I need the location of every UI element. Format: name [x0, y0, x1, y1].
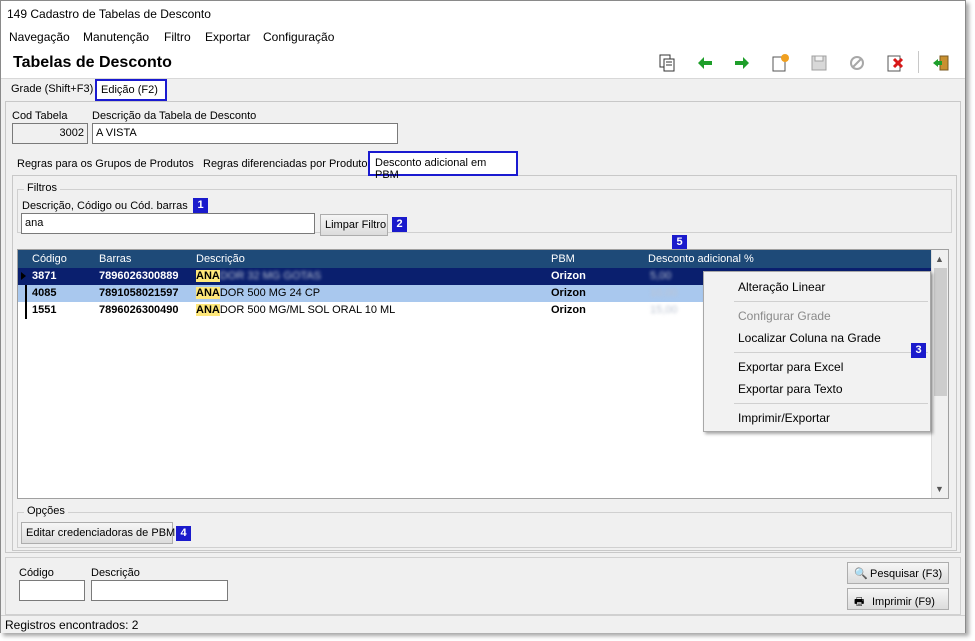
page-title: Tabelas de Desconto	[13, 54, 172, 71]
window-title: 149 Cadastro de Tabelas de Desconto	[1, 1, 965, 27]
copy-icon[interactable]	[657, 53, 677, 73]
limpar-filtro-label: Limpar Filtro	[325, 219, 387, 231]
cell-barras: 7896026300889	[99, 270, 179, 282]
cod-tabela-field[interactable]: 3002	[12, 123, 88, 144]
menu-imprimir-exportar[interactable]: Imprimir/Exportar	[738, 411, 830, 425]
tab-regras-produto[interactable]: Regras diferenciadas por Produto	[198, 154, 372, 174]
match-highlight: ANA	[196, 287, 220, 299]
menu-bar: Navegação Manutenção Filtro Exportar Con…	[1, 27, 965, 47]
tab-desconto-pbm[interactable]: Desconto adicional em PBM	[368, 151, 518, 181]
scroll-thumb[interactable]	[934, 268, 947, 396]
editar-credenciadoras-label: Editar credenciadoras de PBM	[26, 527, 176, 539]
cell-codigo: 1551	[32, 304, 57, 316]
search-icon: 🔍	[854, 568, 868, 580]
match-highlight: ANA	[196, 270, 220, 282]
cell-desconto: 5,00	[650, 270, 672, 282]
tab-regras-grupos[interactable]: Regras para os Grupos de Produtos	[12, 154, 199, 174]
filtro-label: Descrição, Código ou Cód. barras	[22, 200, 188, 212]
callout-3: 3	[911, 343, 926, 358]
main-window: 149 Cadastro de Tabelas de Desconto Nave…	[0, 0, 966, 633]
header-bar: Tabelas de Desconto	[1, 47, 965, 79]
scroll-up-icon[interactable]: ▲	[935, 254, 944, 264]
menu-exportar-texto[interactable]: Exportar para Texto	[738, 382, 843, 396]
arrow-left-icon[interactable]	[695, 53, 715, 73]
printer-icon: 🖶	[854, 596, 865, 608]
menu-localizar-coluna[interactable]: Localizar Coluna na Grade	[738, 331, 881, 345]
callout-2: 2	[392, 217, 407, 232]
filtros-legend: Filtros	[24, 182, 60, 194]
descricao-search-field[interactable]	[91, 580, 228, 601]
descricao-tabela-field[interactable]: A VISTA	[92, 123, 398, 144]
cell-barras: 7896026300490	[99, 304, 179, 316]
exit-icon[interactable]	[931, 53, 951, 73]
imprimir-button[interactable]: 🖶 Imprimir (F9)	[847, 588, 949, 610]
callout-4: 4	[176, 526, 191, 541]
col-barras[interactable]: Barras	[99, 253, 131, 265]
col-codigo[interactable]: Código	[32, 253, 67, 265]
desc-rest: DOR 500 MG/ML SOL ORAL 10 ML	[219, 304, 396, 316]
row-indicator-icon	[21, 272, 26, 280]
scroll-down-icon[interactable]: ▼	[935, 484, 944, 494]
menu-alteracao-linear[interactable]: Alteração Linear	[738, 280, 825, 294]
col-pbm[interactable]: PBM	[551, 253, 575, 265]
save-icon[interactable]	[809, 53, 829, 73]
callout-1: 1	[193, 198, 208, 213]
codigo-label: Código	[19, 567, 54, 579]
cell-pbm: Orizon	[551, 270, 586, 282]
desc-rest: DOR 500 MG 24 CP	[219, 287, 321, 299]
menu-configuracao[interactable]: Configuração	[263, 30, 334, 44]
new-icon[interactable]	[770, 53, 790, 73]
limpar-filtro-button[interactable]: Limpar Filtro	[320, 214, 388, 236]
cell-desconto: 15,00	[650, 304, 678, 316]
col-descricao[interactable]: Descrição	[196, 253, 245, 265]
descricao-label: Descrição	[91, 567, 140, 579]
tab-edicao[interactable]: Edição (F2)	[95, 79, 167, 101]
main-tabs: Grade (Shift+F3) Edição (F2)	[1, 79, 965, 101]
grid-scrollbar[interactable]: ▲ ▼	[931, 250, 948, 498]
callout-5: 5	[672, 235, 687, 250]
cod-tabela-label: Cod Tabela	[12, 110, 68, 122]
cell-descricao: ANADOR 32 MG GOTAS	[196, 270, 321, 282]
pesquisar-label: Pesquisar (F3)	[870, 568, 943, 580]
status-bar: Registros encontrados: 2	[1, 615, 965, 633]
cell-codigo: 3871	[32, 270, 57, 282]
match-highlight: ANA	[196, 304, 220, 316]
cell-pbm: Orizon	[551, 304, 586, 316]
context-menu: Alteração Linear Configurar Grade Locali…	[703, 271, 931, 432]
row-bar	[25, 285, 27, 302]
cell-codigo: 4085	[32, 287, 57, 299]
menu-separator	[734, 301, 928, 302]
cell-desconto: 10,00	[650, 287, 678, 299]
grid-header: Código Barras Descrição PBM Desconto adi…	[18, 250, 936, 268]
toolbar-divider	[918, 51, 919, 73]
cell-pbm: Orizon	[551, 287, 586, 299]
filtro-input[interactable]: ana	[21, 213, 315, 234]
menu-configurar-grade[interactable]: Configurar Grade	[738, 309, 831, 323]
tab-grade[interactable]: Grade (Shift+F3)	[7, 80, 97, 100]
row-bar	[25, 302, 27, 319]
cell-descricao: ANADOR 500 MG 24 CP	[196, 287, 320, 299]
desc-rest: DOR 32 MG GOTAS	[219, 270, 322, 282]
menu-manutencao[interactable]: Manutenção	[83, 30, 149, 44]
opcoes-legend: Opções	[24, 505, 68, 517]
descricao-tabela-label: Descrição da Tabela de Desconto	[92, 110, 257, 122]
delete-icon[interactable]	[885, 53, 905, 73]
menu-navegacao[interactable]: Navegação	[9, 30, 70, 44]
menu-exportar-excel[interactable]: Exportar para Excel	[738, 360, 843, 374]
menu-filtro[interactable]: Filtro	[164, 30, 191, 44]
menu-separator	[734, 403, 928, 404]
menu-separator	[734, 352, 928, 353]
menu-exportar[interactable]: Exportar	[205, 30, 250, 44]
codigo-search-field[interactable]	[19, 580, 85, 601]
cell-barras: 7891058021597	[99, 287, 179, 299]
search-panel: Código Descrição 🔍 Pesquisar (F3) 🖶 Imprim…	[5, 557, 961, 615]
pesquisar-button[interactable]: 🔍 Pesquisar (F3)	[847, 562, 949, 584]
cell-descricao: ANADOR 500 MG/ML SOL ORAL 10 ML	[196, 304, 395, 316]
editar-credenciadoras-button[interactable]: Editar credenciadoras de PBM	[21, 522, 176, 544]
cancel-icon[interactable]	[847, 53, 867, 73]
col-desconto[interactable]: Desconto adicional %	[648, 253, 754, 265]
imprimir-label: Imprimir (F9)	[872, 596, 935, 608]
arrow-right-icon[interactable]	[732, 53, 752, 73]
